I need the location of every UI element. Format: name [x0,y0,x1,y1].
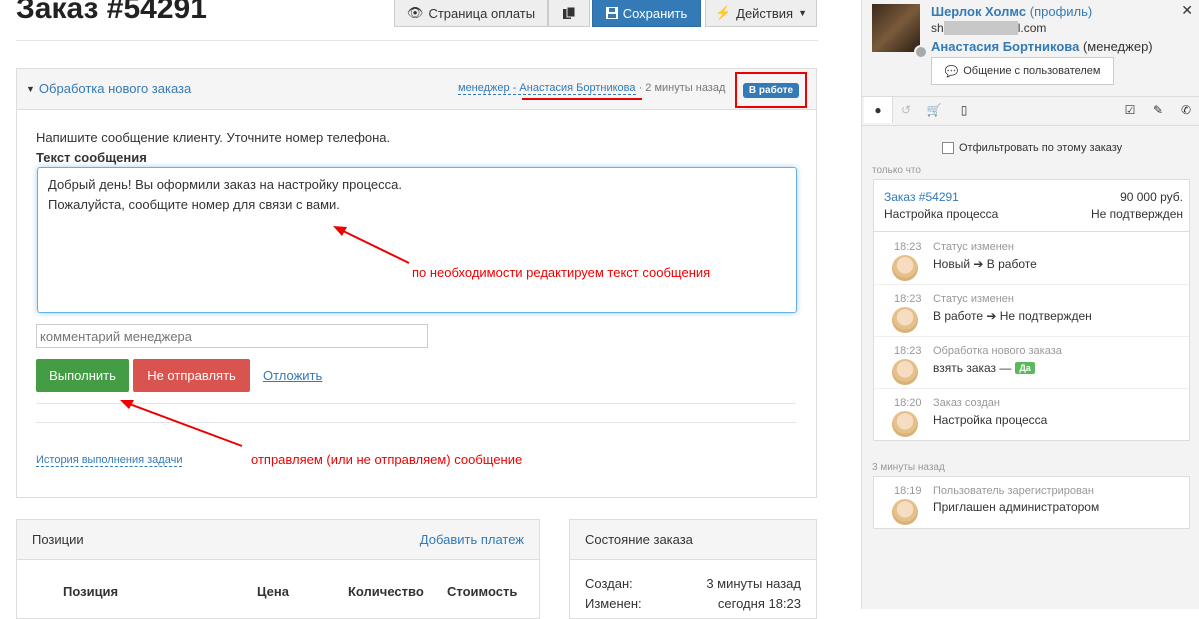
order-card: Заказ #54291 90 000 руб. Настройка проце… [873,179,1190,441]
copy-icon [563,6,576,19]
event-item: 18:23 Статус изменен В работе ➔ Не подтв… [874,284,1189,337]
chat-button[interactable]: 💬 Общение с пользователем [931,57,1114,85]
flash-icon: ⚡ [714,5,732,20]
online-status-dot [914,45,928,59]
page-title: Заказ #54291 [16,0,207,25]
user-name-link[interactable]: Шерлок Холмс [931,4,1026,19]
section-label-now: только что [872,165,921,176]
registration-card: 18:19 Пользователь зарегистрирован Пригл… [873,476,1190,529]
column-header-cost: Стоимость [447,584,518,599]
history-icon[interactable]: ↺ [892,97,920,123]
column-header-price: Цена [257,584,289,599]
column-header-position: Позиция [63,584,119,599]
sidebar-tabs: ● ↺ 🛒 ▯ ☑ ✎ ✆ [862,96,1199,126]
user-email: sh l.com [931,21,1047,35]
order-price: 90 000 руб. [1120,190,1183,204]
eye-icon: 👁 [406,5,424,20]
section-label-3min: 3 минуты назад [872,462,945,473]
order-state-title: Состояние заказа [585,532,693,547]
pencil-icon[interactable]: ✎ [1144,97,1172,123]
close-icon[interactable]: ✕ [1181,2,1193,19]
manager-name-link[interactable]: Анастасия Бортникова [931,39,1079,54]
positions-panel: Позиции Добавить платеж Позиция Цена Кол… [16,519,540,619]
cart-icon[interactable]: 🛒 [920,97,948,123]
floppy-disk-icon [605,7,618,19]
comment-icon: 💬 [944,65,959,78]
annotation-arrows [120,226,410,447]
order-product: Настройка процесса [884,207,999,221]
add-payment-link[interactable]: Добавить платеж [420,532,524,547]
positions-title: Позиции [32,532,84,547]
event-item: 18:20 Заказ создан Настройка процесса [874,388,1189,440]
mobile-icon[interactable]: ▯ [950,97,978,123]
profile-link[interactable]: (профиль) [1030,4,1092,19]
yes-badge: Да [1015,362,1035,374]
arrow-right-icon: ➔ [986,309,997,323]
checkbox[interactable] [942,142,954,154]
caret-down-icon: ▼ [798,8,808,18]
event-item: 18:23 Статус изменен Новый ➔ В работе [874,232,1189,285]
header-divider [16,40,818,41]
annotation-arrow-edit [338,228,410,264]
created-value: 3 минуты назад [706,576,801,591]
avatar[interactable] [872,4,920,52]
order-link[interactable]: Заказ #54291 [884,190,959,204]
order-status: Не подтвержден [1091,207,1183,221]
avatar [892,255,918,281]
actions-dropdown[interactable]: ⚡ Действия ▼ [705,0,817,27]
manager-role: (менеджер) [1082,39,1153,54]
redacted-block [943,21,1018,35]
filter-checkbox[interactable]: Отфильтровать по этому заказу [942,142,1122,154]
task-panel: ▼ Обработка нового заказа менеджер - Ана… [16,68,817,498]
arrow-right-icon: ➔ [973,257,984,271]
phone-icon[interactable]: ✆ [1172,97,1199,123]
payment-page-button[interactable]: 👁 Страница оплаты [394,0,548,27]
save-button[interactable]: Сохранить [592,0,701,27]
user-sidebar: ✕ Шерлок Холмс (профиль) sh l.com Анаста… [861,0,1199,609]
avatar [892,359,918,385]
copy-button[interactable] [548,0,590,27]
checkbox-icon[interactable]: ☑ [1116,97,1144,123]
created-label: Создан: [585,576,633,591]
column-header-quantity: Количество [348,584,424,599]
avatar [892,499,918,525]
order-state-panel: Состояние заказа Создан: 3 минуты назад … [569,519,817,619]
avatar [892,307,918,333]
user-icon[interactable]: ● [864,97,893,123]
event-item: 18:23 Обработка нового заказа взять зака… [874,336,1189,389]
avatar [892,411,918,437]
annotation-arrow-send [126,402,243,447]
